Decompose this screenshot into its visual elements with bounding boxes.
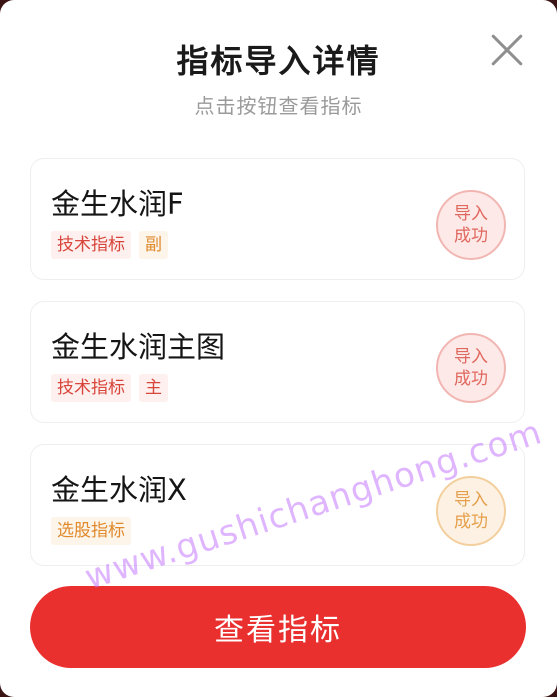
indicator-name: 金生水润主图: [51, 330, 226, 364]
view-indicators-button[interactable]: 查看指标: [30, 586, 526, 668]
indicator-card: 金生水润X 选股指标 导入 成功: [30, 444, 525, 566]
indicator-card: 金生水润F 技术指标 副 导入 成功: [30, 158, 525, 280]
indicator-name: 金生水润X: [51, 473, 187, 507]
indicator-card: 金生水润主图 技术指标 主 导入 成功: [30, 301, 525, 423]
dialog-title: 指标导入详情: [176, 42, 381, 80]
dialog-subtitle: 点击按钮查看指标: [194, 94, 363, 118]
import-success-stamp: 导入 成功: [436, 476, 506, 546]
indicator-type-tag: 选股指标: [51, 517, 131, 545]
indicator-tags: 技术指标 主: [51, 374, 168, 402]
indicator-position-tag: 主: [139, 374, 168, 402]
indicator-position-tag: 副: [139, 231, 168, 259]
indicator-tags: 技术指标 副: [51, 231, 168, 259]
indicator-name: 金生水润F: [51, 187, 184, 221]
indicator-type-tag: 技术指标: [51, 374, 131, 402]
indicator-tags: 选股指标: [51, 517, 131, 545]
indicator-type-tag: 技术指标: [51, 231, 131, 259]
import-details-dialog: 指标导入详情 点击按钮查看指标 金生水润F 技术指标 副 导入 成功 金生水润主…: [0, 0, 557, 697]
close-icon[interactable]: [487, 30, 527, 70]
import-success-stamp: 导入 成功: [436, 190, 506, 260]
import-success-stamp: 导入 成功: [436, 333, 506, 403]
